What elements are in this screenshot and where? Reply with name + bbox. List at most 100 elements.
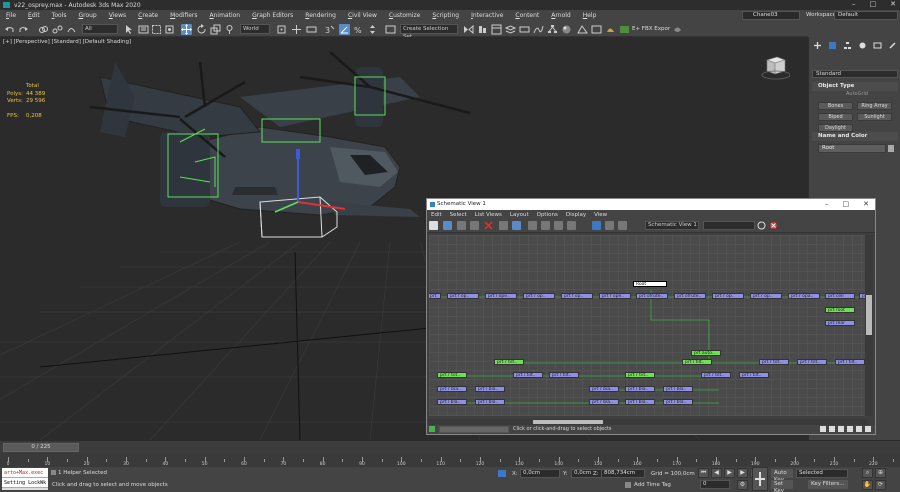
references-mode-icon[interactable]	[512, 221, 521, 230]
schematic-vertical-scrollbar[interactable]	[865, 235, 873, 416]
schematic-node[interactable]: prt r tilt..	[701, 372, 731, 378]
next-frame-icon[interactable]: ▶	[737, 468, 748, 478]
reference-coordinate-dropdown[interactable]: World	[240, 24, 270, 34]
edit-named-selection-icon[interactable]	[385, 24, 396, 35]
bookmark-name-dropdown[interactable]	[703, 221, 755, 230]
menu-civil-view[interactable]: Civil View	[342, 12, 383, 19]
schematic-menu-select[interactable]: Select	[446, 212, 471, 218]
menu-modifiers[interactable]: Modifiers	[164, 12, 203, 19]
biped-button[interactable]: Biped	[818, 113, 853, 121]
schematic-node[interactable]: prt rear	[825, 320, 855, 326]
bind-space-warp-icon[interactable]	[66, 24, 77, 35]
minimize-icon[interactable]: –	[852, 0, 856, 8]
time-slider-thumb[interactable]: 0 / 225	[3, 443, 79, 452]
schematic-node[interactable]: prt r tilt..	[437, 372, 467, 378]
schematic-node[interactable]: prt l bla..	[663, 399, 693, 405]
scrollbar-thumb[interactable]	[533, 420, 603, 424]
schematic-node[interactable]: prt r opa..	[788, 293, 820, 299]
schematic-graph-area[interactable]: Root prt prt f op.. prt l ope.. prt r op…	[429, 235, 867, 416]
schematic-menu-layout[interactable]: Layout	[506, 212, 533, 218]
render-production-icon[interactable]	[605, 24, 616, 35]
menu-scripting[interactable]: Scripting	[426, 12, 465, 19]
delete-objects-icon[interactable]	[484, 221, 493, 230]
scrollbar-thumb[interactable]	[866, 295, 872, 335]
select-and-scale-icon[interactable]	[210, 24, 221, 35]
schematic-menu-list-views[interactable]: List Views	[471, 212, 506, 218]
workspace-dropdown[interactable]: Default	[834, 11, 898, 20]
expand-selected-icon[interactable]	[592, 221, 601, 230]
viewport-pan-icon[interactable]: ✋	[862, 480, 873, 490]
hierarchy-mode-icon[interactable]	[499, 221, 508, 230]
toggle-layer-explorer-icon[interactable]	[504, 24, 517, 35]
schematic-node[interactable]: prt r bla..	[437, 386, 467, 392]
time-slider[interactable]: 0 / 225	[0, 440, 900, 453]
object-name-field[interactable]: Root	[818, 144, 894, 153]
collapse-selected-icon[interactable]	[605, 221, 614, 230]
named-selection-set-dropdown[interactable]: Create Selection Set	[400, 24, 458, 40]
schematic-view-name-field[interactable]: Schematic View 1	[645, 221, 699, 230]
toggle-ribbon-icon[interactable]	[519, 24, 530, 35]
schematic-node[interactable]: prt l bla..	[475, 386, 505, 392]
auto-key-button[interactable]: Auto Key	[771, 469, 793, 483]
user-account-dropdown[interactable]: Chane03	[742, 11, 800, 20]
set-key-button[interactable]: Set Key	[771, 480, 793, 492]
unlink-icon[interactable]	[52, 24, 63, 35]
pivot-center-icon[interactable]	[276, 24, 287, 35]
menu-animation[interactable]: Animation	[204, 12, 247, 19]
maxscript-listener[interactable]: arto+Max.exec Setting LockWk	[2, 468, 48, 490]
toggle-scene-explorer-icon[interactable]	[491, 24, 502, 35]
zoom-extents-selected-icon[interactable]	[856, 426, 862, 432]
play-icon[interactable]: ▶	[724, 468, 735, 478]
select-manipulate-icon[interactable]	[291, 24, 302, 35]
display-tab-icon[interactable]	[873, 41, 882, 50]
menu-graph-editors[interactable]: Graph Editors	[246, 12, 299, 19]
viewport-orbit-icon[interactable]: ⟳	[875, 480, 886, 490]
zoom-icon[interactable]	[829, 426, 835, 432]
key-filter-selection-dropdown[interactable]: Selected	[796, 469, 848, 478]
menu-views[interactable]: Views	[103, 12, 132, 19]
schematic-node[interactable]: prt r tilt..	[797, 359, 827, 365]
schematic-node[interactable]: prt r tilt..	[625, 372, 655, 378]
category-dropdown[interactable]: Standard	[812, 70, 898, 78]
select-object-icon[interactable]	[124, 24, 135, 35]
link-icon[interactable]	[38, 24, 49, 35]
viewport-zoom-icon[interactable]: ⌕	[862, 468, 873, 478]
menu-tools[interactable]: Tools	[46, 12, 73, 19]
schematic-node[interactable]: prt	[429, 293, 441, 299]
schematic-node[interactable]: prt l tilt..	[835, 359, 865, 365]
spinner-snap-icon[interactable]	[367, 24, 378, 35]
menu-content[interactable]: Content	[509, 12, 545, 19]
osprey-model[interactable]	[99, 62, 420, 217]
utilities-tab-icon[interactable]	[888, 41, 897, 50]
object-type-header[interactable]: Object Type	[812, 82, 898, 91]
menu-interactive[interactable]: Interactive	[465, 12, 509, 19]
schematic-node[interactable]: prt l bla..	[625, 386, 655, 392]
schematic-menu-options[interactable]: Options	[533, 212, 562, 218]
percent-snap-icon[interactable]: %	[353, 24, 364, 35]
create-tab-icon[interactable]	[813, 41, 822, 50]
previous-frame-icon[interactable]: ◀	[711, 468, 722, 478]
window-crossing-icon[interactable]	[164, 24, 175, 35]
arrange-children-icon[interactable]	[541, 221, 550, 230]
schematic-search-field[interactable]	[439, 426, 509, 433]
time-configuration-icon[interactable]: ⚙	[737, 480, 748, 490]
mirror-icon[interactable]	[463, 24, 474, 35]
absolute-mode-icon[interactable]	[498, 470, 506, 477]
viewport-label[interactable]: [+] [Perspective] [Standard] [Default Sh…	[3, 39, 131, 45]
schematic-node[interactable]: prt l tilt..	[549, 372, 579, 378]
schematic-title-bar[interactable]: Schematic View 1 – □ ✕	[427, 199, 875, 210]
schematic-node[interactable]: prt r op..	[523, 293, 555, 299]
menu-create[interactable]: Create	[132, 12, 164, 19]
root-node[interactable]: Root	[633, 281, 667, 287]
current-frame-field[interactable]: 0	[700, 480, 730, 489]
schematic-menu-display[interactable]: Display	[562, 212, 590, 218]
x-coordinate-field[interactable]: 0,0cm	[520, 469, 560, 478]
schematic-node[interactable]: prt f op..	[447, 293, 479, 299]
menu-arnold[interactable]: Arnold	[545, 12, 576, 19]
schematic-node[interactable]: prt ofrute..	[674, 293, 706, 299]
pan-icon[interactable]	[820, 426, 826, 432]
rendered-frame-window-icon[interactable]	[591, 24, 602, 35]
keyboard-shortcut-override-icon[interactable]	[306, 24, 317, 35]
schematic-minimize-icon[interactable]: –	[825, 199, 829, 210]
schematic-node[interactable]: prt f ope..	[599, 293, 631, 299]
